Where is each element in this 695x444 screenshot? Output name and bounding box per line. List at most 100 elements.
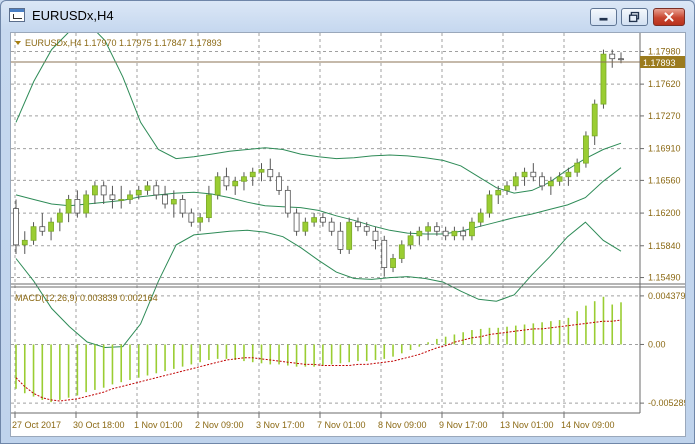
candle-bearish	[539, 176, 545, 187]
candle-bearish	[162, 194, 168, 205]
candle-bearish	[609, 53, 616, 60]
candle-bullish	[135, 189, 142, 196]
candle-bearish	[442, 230, 449, 237]
candle-bullish	[83, 194, 90, 214]
candle-bullish	[21, 239, 28, 246]
candle-bullish	[30, 226, 37, 241]
chart-area[interactable]: 1.17980 1.17620 1.17270 1.16910 1.16560 1.162…	[10, 21, 689, 437]
candle-bullish	[591, 103, 598, 137]
title-bar[interactable]: EURUSDx,H4	[1, 1, 694, 31]
time-tick-label: 3 Nov 17:00	[256, 420, 305, 430]
restore-icon	[628, 11, 640, 23]
candle-bearish	[276, 176, 282, 191]
candle-bullish	[416, 230, 423, 237]
candle-bullish	[477, 212, 484, 223]
window-title: EURUSDx,H4	[32, 8, 114, 23]
time-tick-label: 8 Nov 09:00	[378, 420, 427, 430]
candle-bullish	[469, 221, 475, 237]
time-tick-label: 30 Oct 18:00	[73, 420, 125, 430]
candle-bullish	[311, 217, 318, 223]
candle-bullish	[398, 244, 405, 259]
candle-bearish	[433, 226, 440, 232]
candle-bearish	[179, 199, 186, 214]
time-tick-label: 2 Nov 09:00	[195, 420, 244, 430]
candle-bullish	[504, 185, 510, 191]
candle-bearish	[381, 239, 388, 268]
macd-tick-label: 0.004379	[648, 291, 685, 301]
candle-bullish	[170, 199, 177, 205]
time-tick-label: 7 Nov 01:00	[317, 420, 366, 430]
candle-bearish	[267, 169, 274, 178]
price-tick-label: 1.15840	[648, 241, 681, 251]
macd-info-label: MACD(12,26,9) 0.003839 0.002164	[15, 293, 158, 303]
price-tick-label: 1.16910	[648, 144, 681, 154]
price-tick-label: 1.17620	[648, 79, 681, 89]
candle-bullish	[346, 221, 353, 250]
minimize-icon	[599, 17, 608, 21]
candle-bearish	[153, 185, 160, 196]
current-price-label: 1.17893	[643, 58, 676, 68]
candle-bullish	[144, 185, 151, 191]
candle-bearish	[319, 217, 326, 223]
candle-bearish	[328, 221, 335, 232]
candle-bullish	[583, 135, 589, 164]
candle-bearish	[355, 221, 361, 228]
macd-tick-label: -0.005289	[648, 398, 685, 408]
candle-bullish	[197, 217, 204, 223]
bollinger-lower-line	[15, 221, 622, 349]
candle-bearish	[188, 212, 195, 223]
candle-bearish	[223, 176, 230, 187]
candle-bullish	[574, 162, 581, 173]
candle-bullish	[205, 194, 212, 219]
price-tick-label: 1.17980	[648, 46, 681, 56]
candle-bullish	[232, 180, 239, 187]
price-tick-label: 1.16560	[648, 175, 681, 185]
candle-bullish	[118, 199, 125, 201]
close-button[interactable]	[653, 8, 685, 26]
time-tick-label: 27 Oct 2017	[12, 420, 61, 430]
candle-bullish	[258, 169, 265, 173]
time-tick-label: 9 Nov 17:00	[439, 420, 488, 430]
candle-bearish	[13, 208, 19, 246]
candle-bullish	[486, 194, 493, 214]
candle-bearish	[284, 189, 291, 214]
candle-bullish	[556, 176, 563, 182]
candle-bearish	[100, 185, 107, 196]
price-tick-label: 1.17270	[648, 111, 681, 121]
candle-bullish	[407, 235, 414, 246]
candle-bullish	[56, 212, 63, 223]
minimize-button[interactable]	[590, 8, 617, 26]
candle-bullish	[48, 221, 54, 232]
time-tick-label: 13 Nov 01:00	[500, 420, 554, 430]
candle-bullish	[565, 171, 572, 178]
chart-info-label: EURUSDx,H4 1.17970 1.17975 1.17847 1.178…	[25, 38, 222, 48]
candle-bearish	[337, 230, 344, 250]
chart-window-icon[interactable]	[9, 8, 25, 22]
candle-bullish	[241, 176, 247, 182]
candle-bullish	[495, 189, 502, 196]
chart-window: EURUSDx,H4 1.17980 1.17620 1.17270 1.16910 1…	[0, 0, 695, 444]
candle-bearish	[460, 230, 467, 237]
close-icon	[664, 12, 674, 22]
macd-tick-label: 0.00	[648, 339, 666, 349]
candle-bullish	[127, 194, 133, 200]
candle-bearish	[39, 226, 46, 232]
price-tick-label: 1.16200	[648, 208, 681, 218]
candle-bullish	[65, 199, 72, 214]
maximize-button[interactable]	[621, 8, 648, 26]
candle-bearish	[530, 171, 537, 178]
macd-signal-line	[15, 319, 622, 402]
candle-bearish	[372, 230, 379, 241]
candle-bearish	[109, 194, 116, 200]
candle-bullish	[390, 258, 396, 268]
dropdown-triangle-icon	[15, 41, 21, 45]
candle-bullish	[451, 230, 458, 237]
bollinger-middle-line	[15, 167, 622, 235]
candle-bullish	[521, 171, 528, 178]
candle-bearish	[363, 226, 370, 232]
candle-bullish	[92, 185, 98, 196]
candle-bullish	[547, 180, 554, 187]
candle-bullish	[425, 226, 432, 232]
candle-bullish	[302, 221, 309, 232]
time-tick-label: 14 Nov 09:00	[561, 420, 615, 430]
